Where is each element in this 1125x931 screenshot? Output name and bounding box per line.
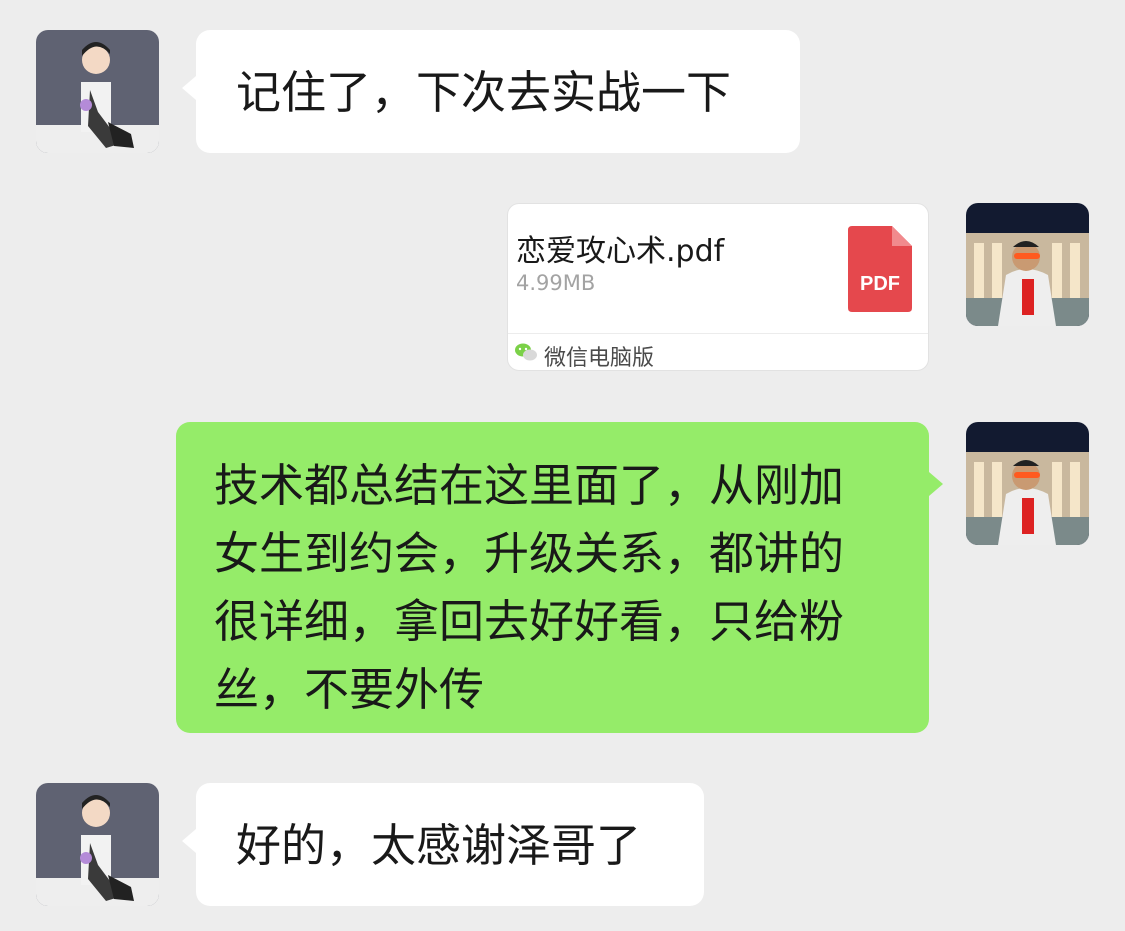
message-text: 技术都总结在这里面了，从刚加 女生到约会，升级关系，都讲的 很详细，拿回去好好看… xyxy=(214,452,844,724)
contact-avatar[interactable] xyxy=(36,783,159,906)
incoming-message-bubble[interactable]: 好的，太感谢泽哥了 xyxy=(182,783,704,906)
outgoing-message-bubble[interactable]: 技术都总结在这里面了，从刚加 女生到约会，升级关系，都讲的 很详细，拿回去好好看… xyxy=(176,422,943,733)
pdf-badge-label: PDF xyxy=(860,273,900,295)
message-text: 记住了，下次去实战一下 xyxy=(236,66,732,119)
file-size: 4.99MB xyxy=(516,271,596,295)
message-line: 很详细，拿回去好好看，只给粉 xyxy=(214,595,845,648)
incoming-message-bubble[interactable]: 记住了，下次去实战一下 xyxy=(182,30,800,153)
file-name: 恋爱攻心术.pdf xyxy=(516,234,725,269)
man-in-sunglasses-avatar-icon xyxy=(966,422,1089,545)
cartoon-boy-avatar-icon xyxy=(36,30,159,153)
man-in-sunglasses-avatar-icon xyxy=(966,203,1089,326)
self-avatar[interactable] xyxy=(966,422,1089,545)
pdf-file-icon: PDF xyxy=(848,226,912,312)
file-source-footer: 微信电脑版 xyxy=(508,333,928,371)
self-avatar[interactable] xyxy=(966,203,1089,326)
message-line: 技术都总结在这里面了，从刚加 xyxy=(214,459,845,512)
message-line: 丝，不要外传 xyxy=(214,663,485,716)
message-line: 女生到约会，升级关系，都讲的 xyxy=(214,527,845,580)
contact-avatar[interactable] xyxy=(36,30,159,153)
message-text: 好的，太感谢泽哥了 xyxy=(236,819,642,872)
cartoon-boy-avatar-icon xyxy=(36,783,159,906)
wechat-logo-icon xyxy=(515,343,537,361)
file-message-card[interactable]: 恋爱攻心术.pdf 4.99MB PDF 微信电脑版 xyxy=(507,203,929,371)
file-source-label: 微信电脑版 xyxy=(544,346,655,371)
